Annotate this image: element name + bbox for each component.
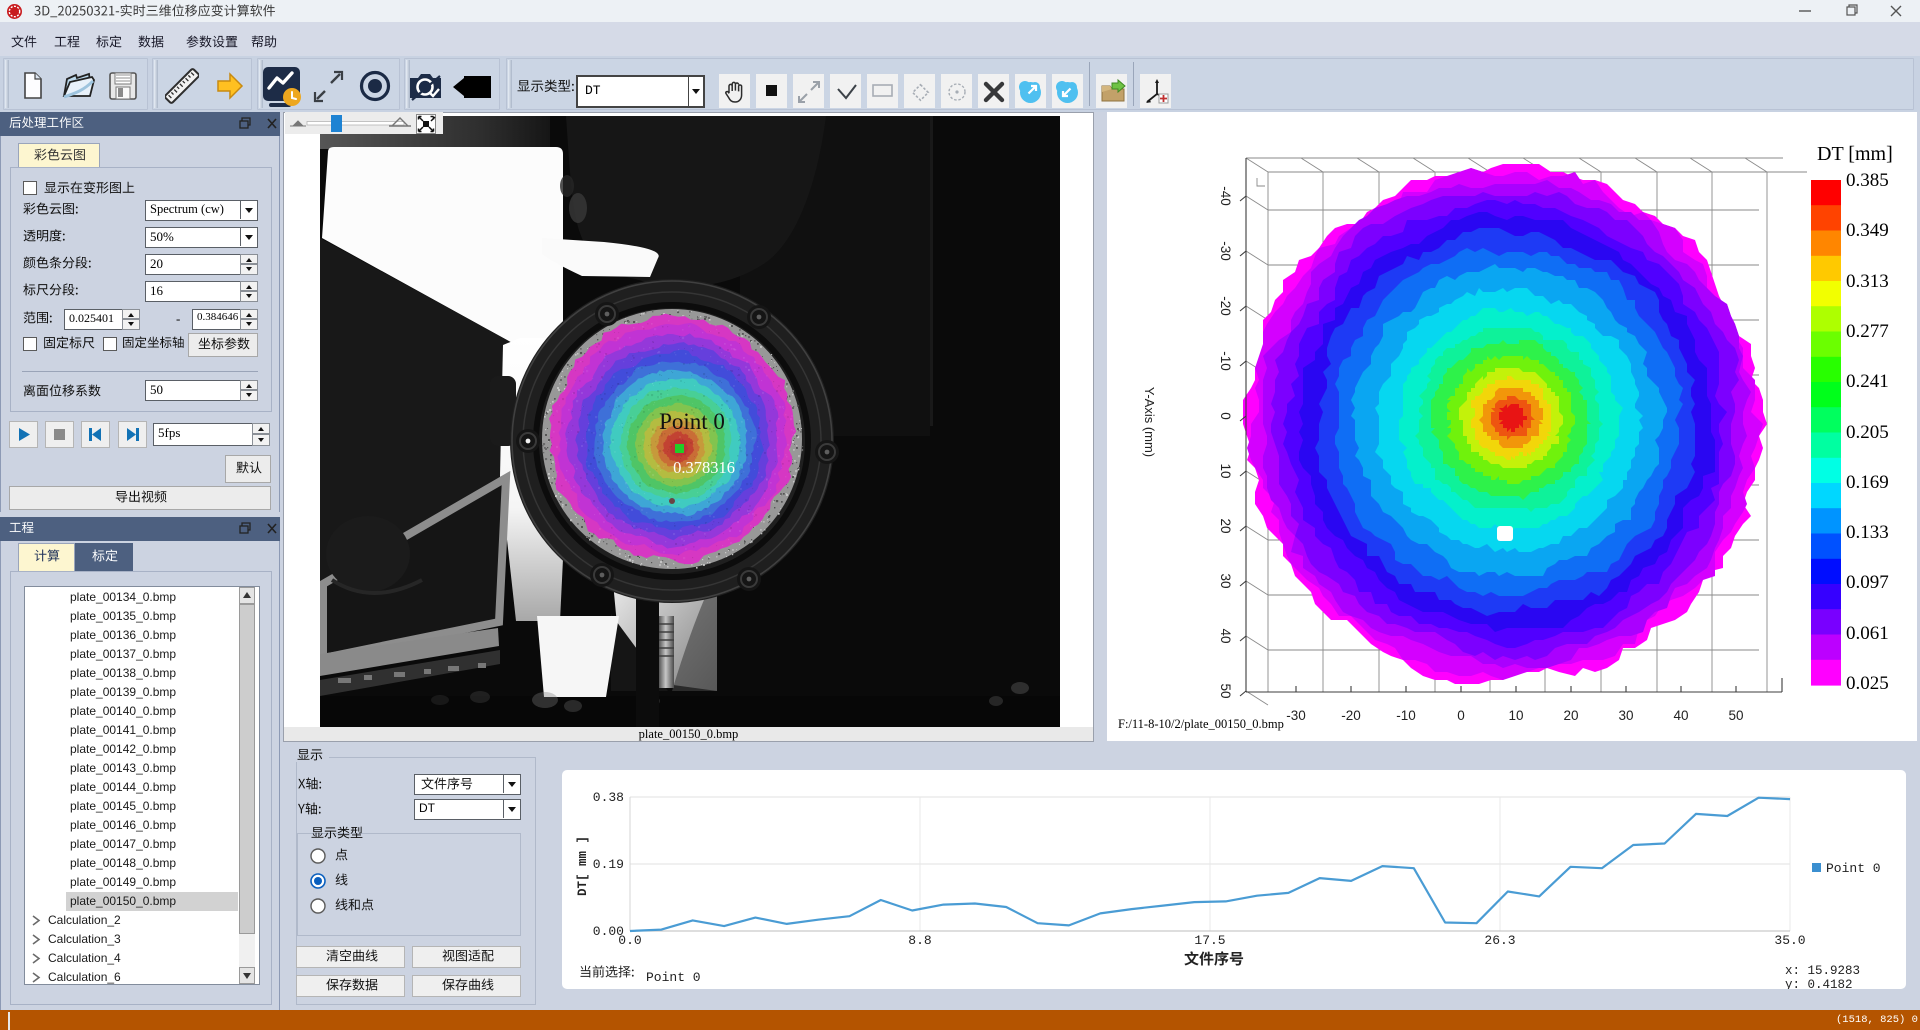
svg-text:0.133: 0.133 [1846, 522, 1889, 543]
svg-text:0.097: 0.097 [1846, 572, 1889, 593]
svg-text:-10: -10 [1396, 708, 1416, 723]
svg-text:-10: -10 [1218, 351, 1233, 371]
svg-text:30: 30 [1618, 708, 1633, 723]
svg-text:10: 10 [1218, 463, 1233, 478]
svg-text:0.241: 0.241 [1846, 371, 1889, 392]
svg-text:0.025: 0.025 [1846, 673, 1889, 694]
svg-text:0.378316: 0.378316 [673, 458, 735, 477]
svg-text:20: 20 [1218, 518, 1233, 533]
svg-text:-30: -30 [1218, 241, 1233, 261]
svg-text:0.169: 0.169 [1846, 472, 1889, 493]
svg-text:10: 10 [1508, 708, 1523, 723]
svg-text:y: 0.4182: y: 0.4182 [1785, 978, 1853, 989]
svg-text:0.385: 0.385 [1846, 170, 1889, 191]
svg-text:F:/11-8-10/2/plate_00150_0.bmp: F:/11-8-10/2/plate_00150_0.bmp [1118, 717, 1284, 731]
svg-text:0.349: 0.349 [1846, 220, 1889, 241]
svg-text:DT[ mm ]: DT[ mm ] [576, 836, 590, 896]
svg-text:Point 0: Point 0 [659, 409, 725, 434]
svg-text:50: 50 [1728, 708, 1743, 723]
svg-text:17.5: 17.5 [1194, 933, 1225, 948]
svg-text:35.0: 35.0 [1774, 933, 1805, 948]
svg-text:0.38: 0.38 [593, 790, 624, 805]
svg-text:0.19: 0.19 [593, 857, 624, 872]
svg-text:-40: -40 [1218, 186, 1233, 206]
svg-text:x: 15.9283: x: 15.9283 [1785, 964, 1860, 978]
svg-text:-20: -20 [1218, 296, 1233, 316]
svg-text:8.8: 8.8 [908, 933, 931, 948]
svg-text:Y-Axis (mm): Y-Axis (mm) [1142, 387, 1157, 457]
svg-text:50: 50 [1218, 683, 1233, 698]
svg-text:30: 30 [1218, 573, 1233, 588]
svg-text:20: 20 [1563, 708, 1578, 723]
svg-text:40: 40 [1218, 628, 1233, 643]
svg-text:0.205: 0.205 [1846, 422, 1889, 443]
svg-text:0: 0 [1218, 412, 1233, 420]
svg-text:DT [mm]: DT [mm] [1817, 143, 1893, 165]
svg-text:0: 0 [1457, 708, 1465, 723]
svg-text:-30: -30 [1286, 708, 1306, 723]
svg-text:0.061: 0.061 [1846, 623, 1889, 644]
svg-text:Point 0: Point 0 [1826, 861, 1881, 876]
svg-text:0.313: 0.313 [1846, 271, 1889, 292]
svg-text:Point 0: Point 0 [646, 970, 701, 985]
svg-text:0.277: 0.277 [1846, 321, 1889, 342]
svg-text:-20: -20 [1341, 708, 1361, 723]
svg-text:40: 40 [1673, 708, 1688, 723]
svg-text:26.3: 26.3 [1484, 933, 1515, 948]
svg-text:0.0: 0.0 [618, 933, 641, 948]
